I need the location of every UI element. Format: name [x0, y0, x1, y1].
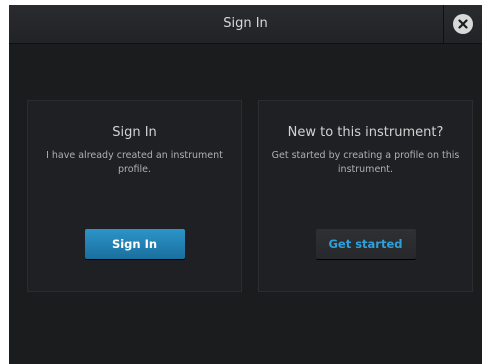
page-title: Sign In — [223, 16, 268, 31]
new-user-panel-description: Get started by creating a profile on thi… — [271, 150, 460, 175]
signin-panel: Sign In I have already created an instru… — [27, 100, 242, 292]
close-button[interactable] — [453, 14, 473, 34]
get-started-button[interactable]: Get started — [315, 229, 416, 259]
title-bar: Sign In — [9, 5, 482, 44]
close-button-area[interactable] — [443, 5, 482, 43]
new-user-panel: New to this instrument? Get started by c… — [258, 100, 473, 292]
signin-screen: Sign In Sign In I have already created a… — [9, 5, 482, 364]
sign-in-button[interactable]: Sign In — [84, 229, 185, 259]
signin-panel-title: Sign In — [112, 125, 157, 140]
signin-panel-description: I have already created an instrument pro… — [46, 150, 223, 175]
new-user-panel-title: New to this instrument? — [287, 125, 444, 140]
close-icon — [458, 19, 468, 29]
